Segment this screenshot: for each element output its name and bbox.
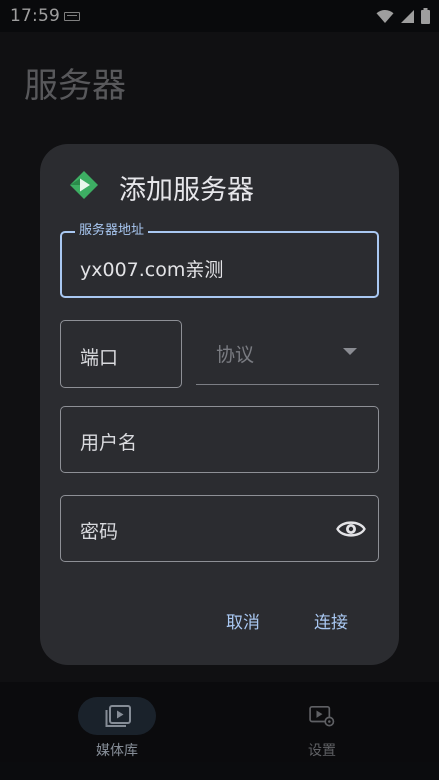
server-address-label: 服务器地址 <box>75 223 149 239</box>
username-field[interactable]: 用户名 <box>60 406 379 473</box>
password-label: 密码 <box>80 521 119 543</box>
dropdown-arrow-icon <box>343 348 357 355</box>
server-address-field[interactable]: 服务器地址 yx007.com亲测 <box>60 223 379 298</box>
dialog-title: 添加服务器 <box>119 175 254 206</box>
password-field[interactable]: 密码 <box>60 495 379 562</box>
add-server-dialog: 添加服务器 服务器地址 yx007.com亲测 端口 协议 用户名 密码 取消 … <box>40 144 399 665</box>
protocol-label: 协议 <box>216 344 255 366</box>
cancel-button[interactable]: 取消 <box>226 608 260 633</box>
visibility-icon[interactable] <box>336 515 366 543</box>
connect-button[interactable]: 连接 <box>314 608 348 633</box>
port-label: 端口 <box>80 347 119 369</box>
protocol-dropdown[interactable]: 协议 <box>196 320 379 385</box>
username-label: 用户名 <box>80 432 138 454</box>
app-logo-icon <box>70 171 98 199</box>
server-address-value[interactable]: yx007.com亲测 <box>80 255 223 282</box>
port-field[interactable]: 端口 <box>60 320 182 388</box>
